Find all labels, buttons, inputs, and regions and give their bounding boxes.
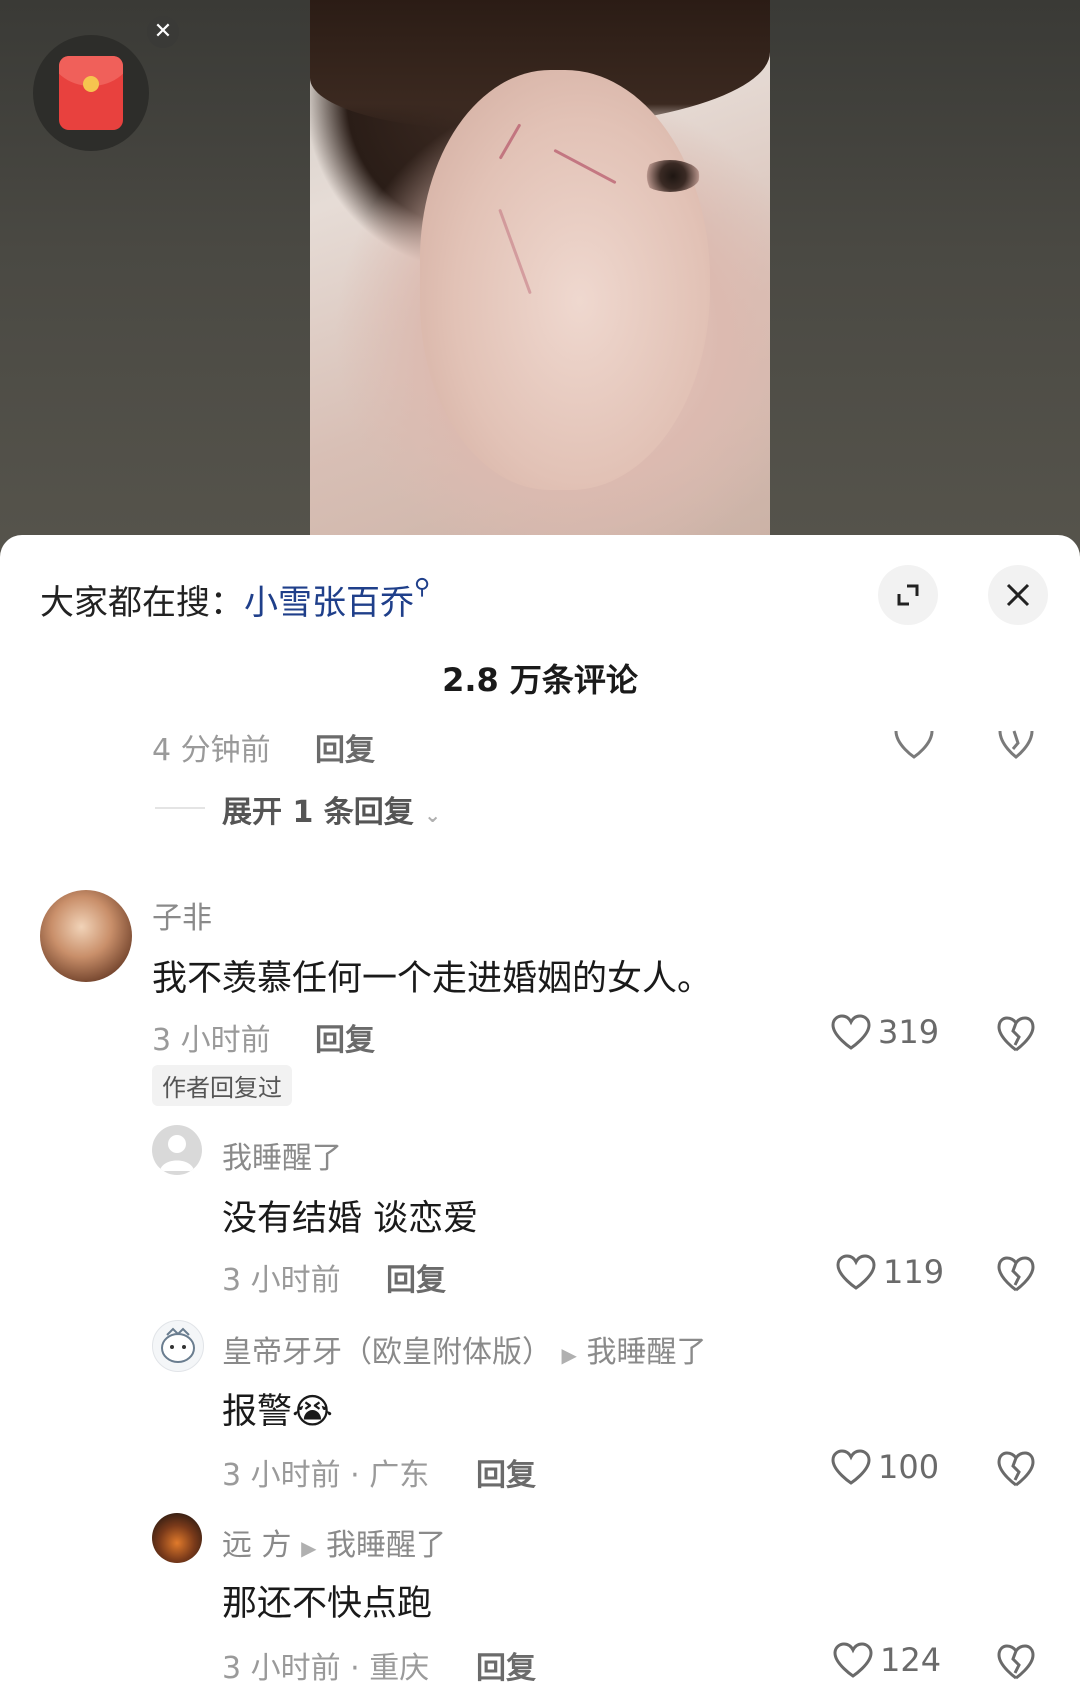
comment-time: 4 分钟前 bbox=[152, 733, 271, 768]
search-keyword[interactable]: 小雪张百乔 bbox=[244, 583, 414, 623]
comment-count: 2.8 万条评论 bbox=[442, 661, 638, 699]
heart-icon bbox=[831, 1449, 871, 1485]
reply-target-username[interactable]: 我睡醒了 bbox=[326, 1528, 446, 1563]
photo-eye bbox=[640, 160, 700, 192]
reply-button[interactable]: 回复 bbox=[476, 1643, 536, 1687]
expand-replies-label: 展开 1 条回复 bbox=[222, 795, 414, 830]
reply-button[interactable]: 回复 bbox=[315, 1015, 375, 1059]
like-button[interactable]: 319 bbox=[830, 1013, 939, 1051]
avatar[interactable] bbox=[152, 1513, 202, 1563]
like-count: 119 bbox=[883, 1253, 945, 1291]
like-button[interactable]: 119 bbox=[835, 1253, 944, 1291]
reply-user-line: 皇帝牙牙（欧皇附体版） ▶ 我睡醒了 bbox=[222, 1327, 706, 1371]
heart-icon bbox=[831, 1014, 871, 1050]
cartoon-avatar-icon bbox=[161, 1327, 195, 1363]
expand-replies-button[interactable]: 展开 1 条回复 ⌄ bbox=[222, 787, 441, 831]
like-count: 100 bbox=[878, 1448, 940, 1486]
comment-username[interactable]: 子非 bbox=[152, 893, 212, 937]
heart-icon[interactable] bbox=[892, 725, 936, 761]
close-button[interactable] bbox=[988, 565, 1048, 625]
reply-target-username[interactable]: 我睡醒了 bbox=[586, 1335, 706, 1370]
divider bbox=[155, 807, 205, 809]
heart-icon bbox=[833, 1642, 873, 1678]
reply-username[interactable]: 皇帝牙牙（欧皇附体版） bbox=[222, 1335, 552, 1370]
crying-emoji: 😭 bbox=[292, 1392, 333, 1432]
reply-to-arrow-icon: ▶ bbox=[301, 1536, 317, 1560]
video-area[interactable]: ✕ bbox=[0, 0, 1080, 560]
like-count: 319 bbox=[878, 1013, 940, 1051]
like-button[interactable]: 100 bbox=[830, 1448, 939, 1486]
reply-time: 3 小时前 · 重庆 bbox=[222, 1651, 430, 1686]
reply-text-line: 报警😭 bbox=[222, 1383, 333, 1434]
search-prefix: 大家都在搜： bbox=[40, 583, 244, 623]
reply-username[interactable]: 我睡醒了 bbox=[222, 1133, 342, 1177]
like-button[interactable]: 124 bbox=[832, 1641, 941, 1679]
avatar[interactable] bbox=[152, 1320, 204, 1372]
red-packet-close-button[interactable]: ✕ bbox=[147, 16, 179, 48]
dislike-icon[interactable] bbox=[996, 1643, 1036, 1681]
comment-text: 我不羡慕任何一个走进婚姻的女人。 bbox=[152, 959, 713, 999]
red-packet-icon bbox=[59, 56, 123, 130]
reply-time: 3 小时前 · 广东 bbox=[222, 1458, 430, 1493]
expand-button[interactable] bbox=[878, 565, 938, 625]
search-icon: ⚲ bbox=[414, 575, 431, 600]
reply-button[interactable]: 回复 bbox=[476, 1450, 536, 1494]
dislike-icon[interactable] bbox=[996, 1450, 1036, 1488]
reply-text: 没有结婚 谈恋爱 bbox=[222, 1199, 479, 1239]
reply-button[interactable]: 回复 bbox=[386, 1255, 446, 1299]
avatar[interactable] bbox=[152, 1125, 202, 1175]
reply-button[interactable]: 回复 bbox=[315, 725, 375, 769]
dislike-icon[interactable] bbox=[996, 1255, 1036, 1293]
reply-to-arrow-icon: ▶ bbox=[561, 1343, 577, 1367]
dislike-icon[interactable] bbox=[996, 1015, 1036, 1053]
author-replied-badge: 作者回复过 bbox=[152, 1065, 292, 1106]
photo-face bbox=[420, 70, 710, 490]
reply-time: 3 小时前 bbox=[222, 1263, 341, 1298]
reply-user-line: 远 方 ▶ 我睡醒了 bbox=[222, 1520, 446, 1564]
close-icon bbox=[1006, 583, 1030, 607]
dislike-icon[interactable] bbox=[996, 725, 1036, 761]
default-avatar-icon bbox=[160, 1135, 194, 1171]
like-count: 124 bbox=[880, 1641, 942, 1679]
comment-sheet: 大家都在搜：小雪张百乔⚲ 2.8 万条评论 4 分钟前 回复 展开 1 条回复 … bbox=[0, 535, 1080, 1687]
chevron-down-icon: ⌄ bbox=[424, 803, 441, 827]
expand-icon bbox=[897, 584, 919, 606]
comment-time: 3 小时前 bbox=[152, 1023, 271, 1058]
video-frame-photo bbox=[310, 0, 770, 540]
reply-username[interactable]: 远 方 bbox=[222, 1528, 292, 1563]
search-suggestion[interactable]: 大家都在搜：小雪张百乔⚲ bbox=[40, 575, 430, 624]
reply-text: 那还不快点跑 bbox=[222, 1584, 433, 1624]
reply-text: 报警 bbox=[222, 1392, 293, 1432]
heart-icon bbox=[836, 1254, 876, 1290]
avatar[interactable] bbox=[40, 890, 132, 982]
red-packet-button[interactable] bbox=[33, 35, 149, 151]
